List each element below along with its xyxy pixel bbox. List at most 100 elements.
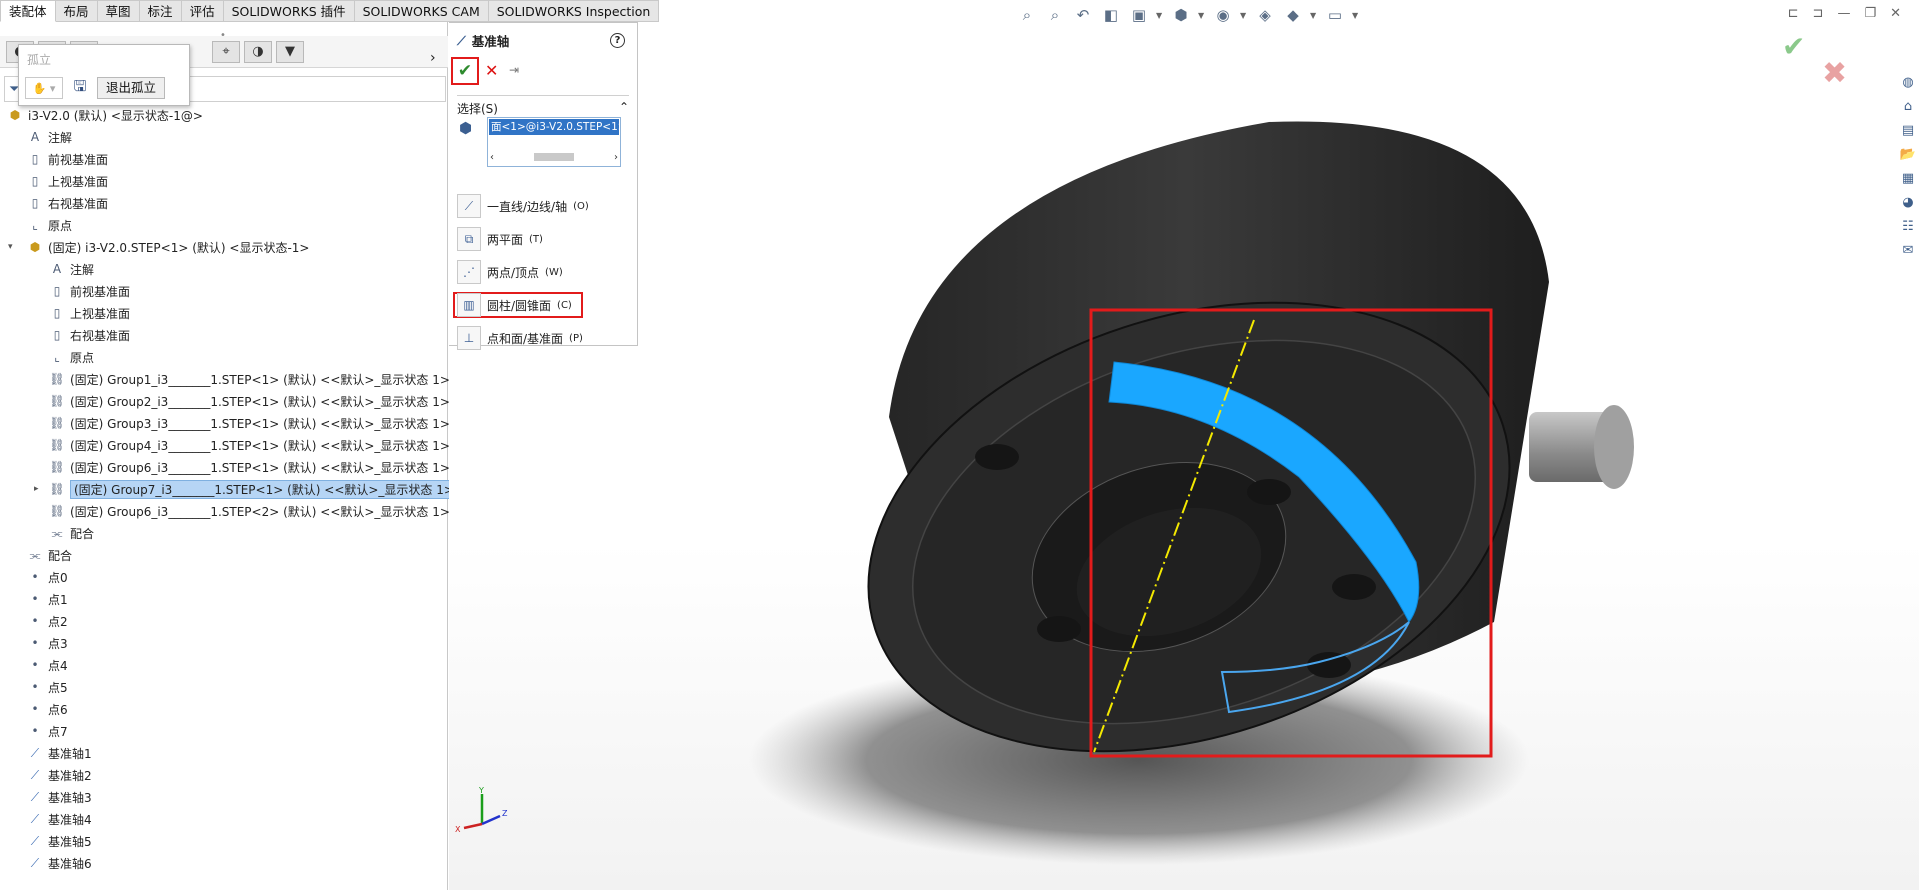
cancel-button[interactable]: ✕ — [485, 61, 498, 80]
point-icon: • — [31, 724, 39, 738]
command-manager-tabs: 装配体 布局 草图 标注 评估 SOLIDWORKS 插件 SOLIDWORKS… — [0, 0, 660, 22]
tree-root-assembly[interactable]: ⬢ i3-V2.0 (默认) <显示状态-1@> — [0, 104, 203, 126]
tree-item[interactable]: • 点6 — [26, 698, 67, 720]
tree-item[interactable]: • 点5 — [26, 676, 67, 698]
model-view[interactable] — [449, 22, 1919, 890]
tree-item-label: 基准轴1 — [48, 746, 92, 761]
tree-item[interactable]: ▯ 前视基准面 — [48, 280, 130, 302]
tree-item[interactable]: ▯ 前视基准面 — [26, 148, 108, 170]
scroll-right-icon[interactable]: › — [614, 152, 618, 163]
tab-solidworks-inspection[interactable]: SOLIDWORKS Inspection — [488, 0, 660, 22]
tree-item[interactable]: ▯ 上视基准面 — [48, 302, 130, 324]
chevron-right-icon[interactable]: › — [430, 50, 436, 66]
tree-item[interactable]: ⛓ (固定) Group6_i3_______1.STEP<2> (默认) <<默… — [48, 500, 450, 522]
tree-item[interactable]: ⟋ 基准轴6 — [26, 852, 92, 874]
appearance-tab-icon[interactable]: ▼ — [276, 40, 304, 63]
save-icon[interactable]: 🖫 — [69, 77, 91, 99]
tab-assembly[interactable]: 装配体 — [0, 0, 56, 22]
axis-option-4[interactable]: ▥ 圆柱/圆锥面 (C) — [453, 292, 583, 318]
tab-solidworks-addins[interactable]: SOLIDWORKS 插件 — [223, 0, 355, 22]
tile-right-icon[interactable]: ⊐ — [1813, 6, 1824, 21]
tree-item[interactable]: ⟋ 基准轴4 — [26, 808, 92, 830]
help-icon[interactable]: ? — [610, 33, 625, 48]
tree-item[interactable]: ⫘ 配合 — [26, 544, 72, 566]
tree-item[interactable]: ⫘ 配合 — [48, 522, 94, 544]
axis-option-1[interactable]: ⟋ 一直线/边线/轴 (O) — [457, 193, 629, 219]
tab-markup[interactable]: 标注 — [139, 0, 182, 22]
scroll-thumb[interactable] — [534, 153, 574, 161]
tree-item[interactable]: ⌞ 原点 — [26, 214, 72, 236]
tab-sketch[interactable]: 草图 — [97, 0, 140, 22]
chevron-down-icon[interactable]: ▼ — [1310, 11, 1318, 20]
tree-item[interactable]: ⟋ 基准轴1 — [26, 742, 92, 764]
design-library-icon[interactable]: ▤ — [1898, 120, 1918, 140]
tree-item[interactable]: • 点3 — [26, 632, 67, 654]
tree-item[interactable]: ▯ 右视基准面 — [48, 324, 130, 346]
tree-item[interactable]: ▸ ⛓ (固定) Group7_i3_______1.STEP<1> (默认) <<… — [34, 478, 458, 500]
cancel-x-icon[interactable]: ✖ — [1822, 56, 1847, 91]
axis-option-2[interactable]: ⧉ 两平面 (T) — [457, 226, 629, 252]
tree-item[interactable]: ⛓ (固定) Group4_i3_______1.STEP<1> (默认) <<默… — [48, 434, 450, 456]
axis-icon: ⟋ — [30, 855, 40, 870]
chevron-up-icon[interactable]: ⌃ — [619, 100, 629, 117]
axis-option-5[interactable]: ⊥ 点和面/基准面 (P) — [457, 325, 629, 351]
ok-button[interactable]: ✔ — [451, 57, 479, 85]
tree-item[interactable]: ▾ ⬢ (固定) i3-V2.0.STEP<1> (默认) <显示状态-1> — [8, 236, 310, 258]
tree-item[interactable]: ⛓ (固定) Group6_i3_______1.STEP<1> (默认) <<默… — [48, 456, 450, 478]
solidworks-resources-icon[interactable]: ◍ — [1898, 72, 1918, 92]
dimxpert-tab-icon[interactable]: ⌖ — [212, 40, 240, 63]
tree-item[interactable]: • 点7 — [26, 720, 67, 742]
tree-item[interactable]: • 点2 — [26, 610, 67, 632]
point-icon: • — [31, 680, 39, 694]
horizontal-scrollbar[interactable]: ‹ › — [490, 150, 618, 164]
display-manager-tab-icon[interactable]: ◑ — [244, 40, 272, 63]
selections-section-header[interactable]: 选择(S) ⌃ — [457, 95, 629, 117]
expand-right-icon[interactable]: ▸ — [34, 484, 39, 494]
file-explorer-icon[interactable]: 📂 — [1898, 144, 1918, 164]
graphics-area[interactable]: ✔ ✖ ◍ ⌂ ▤ 📂 ▦ ◕ ☷ ✉ — [449, 22, 1919, 890]
tree-item[interactable]: • 点0 — [26, 566, 67, 588]
tree-item[interactable]: ⟋ 基准轴3 — [26, 786, 92, 808]
exit-isolate-button[interactable]: 退出孤立 — [97, 77, 166, 99]
chevron-down-icon[interactable]: ▼ — [1352, 11, 1360, 20]
tile-left-icon[interactable]: ⊏ — [1788, 6, 1799, 21]
expand-down-icon[interactable]: ▾ — [8, 242, 13, 252]
tree-item[interactable]: ⌞ 原点 — [48, 346, 94, 368]
scroll-left-icon[interactable]: ‹ — [490, 152, 494, 163]
axis-option-3[interactable]: ⋰ 两点/顶点 (W) — [457, 259, 629, 285]
view-palette-icon[interactable]: ▦ — [1898, 168, 1918, 188]
selected-entity[interactable]: 面<1>@i3-V2.0.STEP<1> — [489, 119, 619, 135]
pin-icon[interactable]: ⇥ — [509, 63, 519, 77]
minimize-icon[interactable]: — — [1837, 6, 1850, 21]
confirm-check-icon[interactable]: ✔ — [1782, 30, 1805, 63]
forum-icon[interactable]: ✉ — [1898, 240, 1918, 260]
tree-item[interactable]: • 点4 — [26, 654, 67, 676]
display-style-dropdown[interactable]: ✋ ▾ — [25, 77, 63, 99]
tree-item[interactable]: ▯ 上视基准面 — [26, 170, 108, 192]
selection-listbox[interactable]: 面<1>@i3-V2.0.STEP<1> ‹ › — [487, 117, 621, 167]
tab-evaluate[interactable]: 评估 — [181, 0, 224, 22]
chevron-down-icon[interactable]: ▼ — [1156, 11, 1164, 20]
tab-solidworks-cam[interactable]: SOLIDWORKS CAM — [354, 0, 489, 22]
tree-item[interactable]: A 注解 — [26, 126, 72, 148]
chevron-down-icon[interactable]: ▼ — [1198, 11, 1206, 20]
tree-item-label: (固定) i3-V2.0.STEP<1> (默认) <显示状态-1> — [48, 240, 310, 255]
point-icon: • — [31, 570, 39, 584]
tree-item[interactable]: ▯ 右视基准面 — [26, 192, 108, 214]
tree-item[interactable]: ⟋ 基准轴5 — [26, 830, 92, 852]
tree-item[interactable]: • 点1 — [26, 588, 67, 610]
custom-properties-icon[interactable]: ☷ — [1898, 216, 1918, 236]
chevron-down-icon[interactable]: ▼ — [1240, 11, 1248, 20]
tree-item[interactable]: A 注解 — [48, 258, 94, 280]
close-icon[interactable]: ✕ — [1890, 6, 1901, 21]
bolt-hole — [975, 444, 1019, 470]
tree-item[interactable]: ⛓ (固定) Group2_i3_______1.STEP<1> (默认) <<默… — [48, 390, 450, 412]
tree-item[interactable]: ⛓ (固定) Group1_i3_______1.STEP<1> (默认) <<默… — [48, 368, 450, 390]
tree-item[interactable]: ⛓ (固定) Group3_i3_______1.STEP<1> (默认) <<默… — [48, 412, 450, 434]
restore-icon[interactable]: ❐ — [1864, 6, 1876, 21]
tab-layout[interactable]: 布局 — [55, 0, 98, 22]
home-icon[interactable]: ⌂ — [1898, 96, 1918, 116]
appearances-icon[interactable]: ◕ — [1898, 192, 1918, 212]
plane-icon: ▯ — [31, 152, 39, 166]
tree-item[interactable]: ⟋ 基准轴2 — [26, 764, 92, 786]
